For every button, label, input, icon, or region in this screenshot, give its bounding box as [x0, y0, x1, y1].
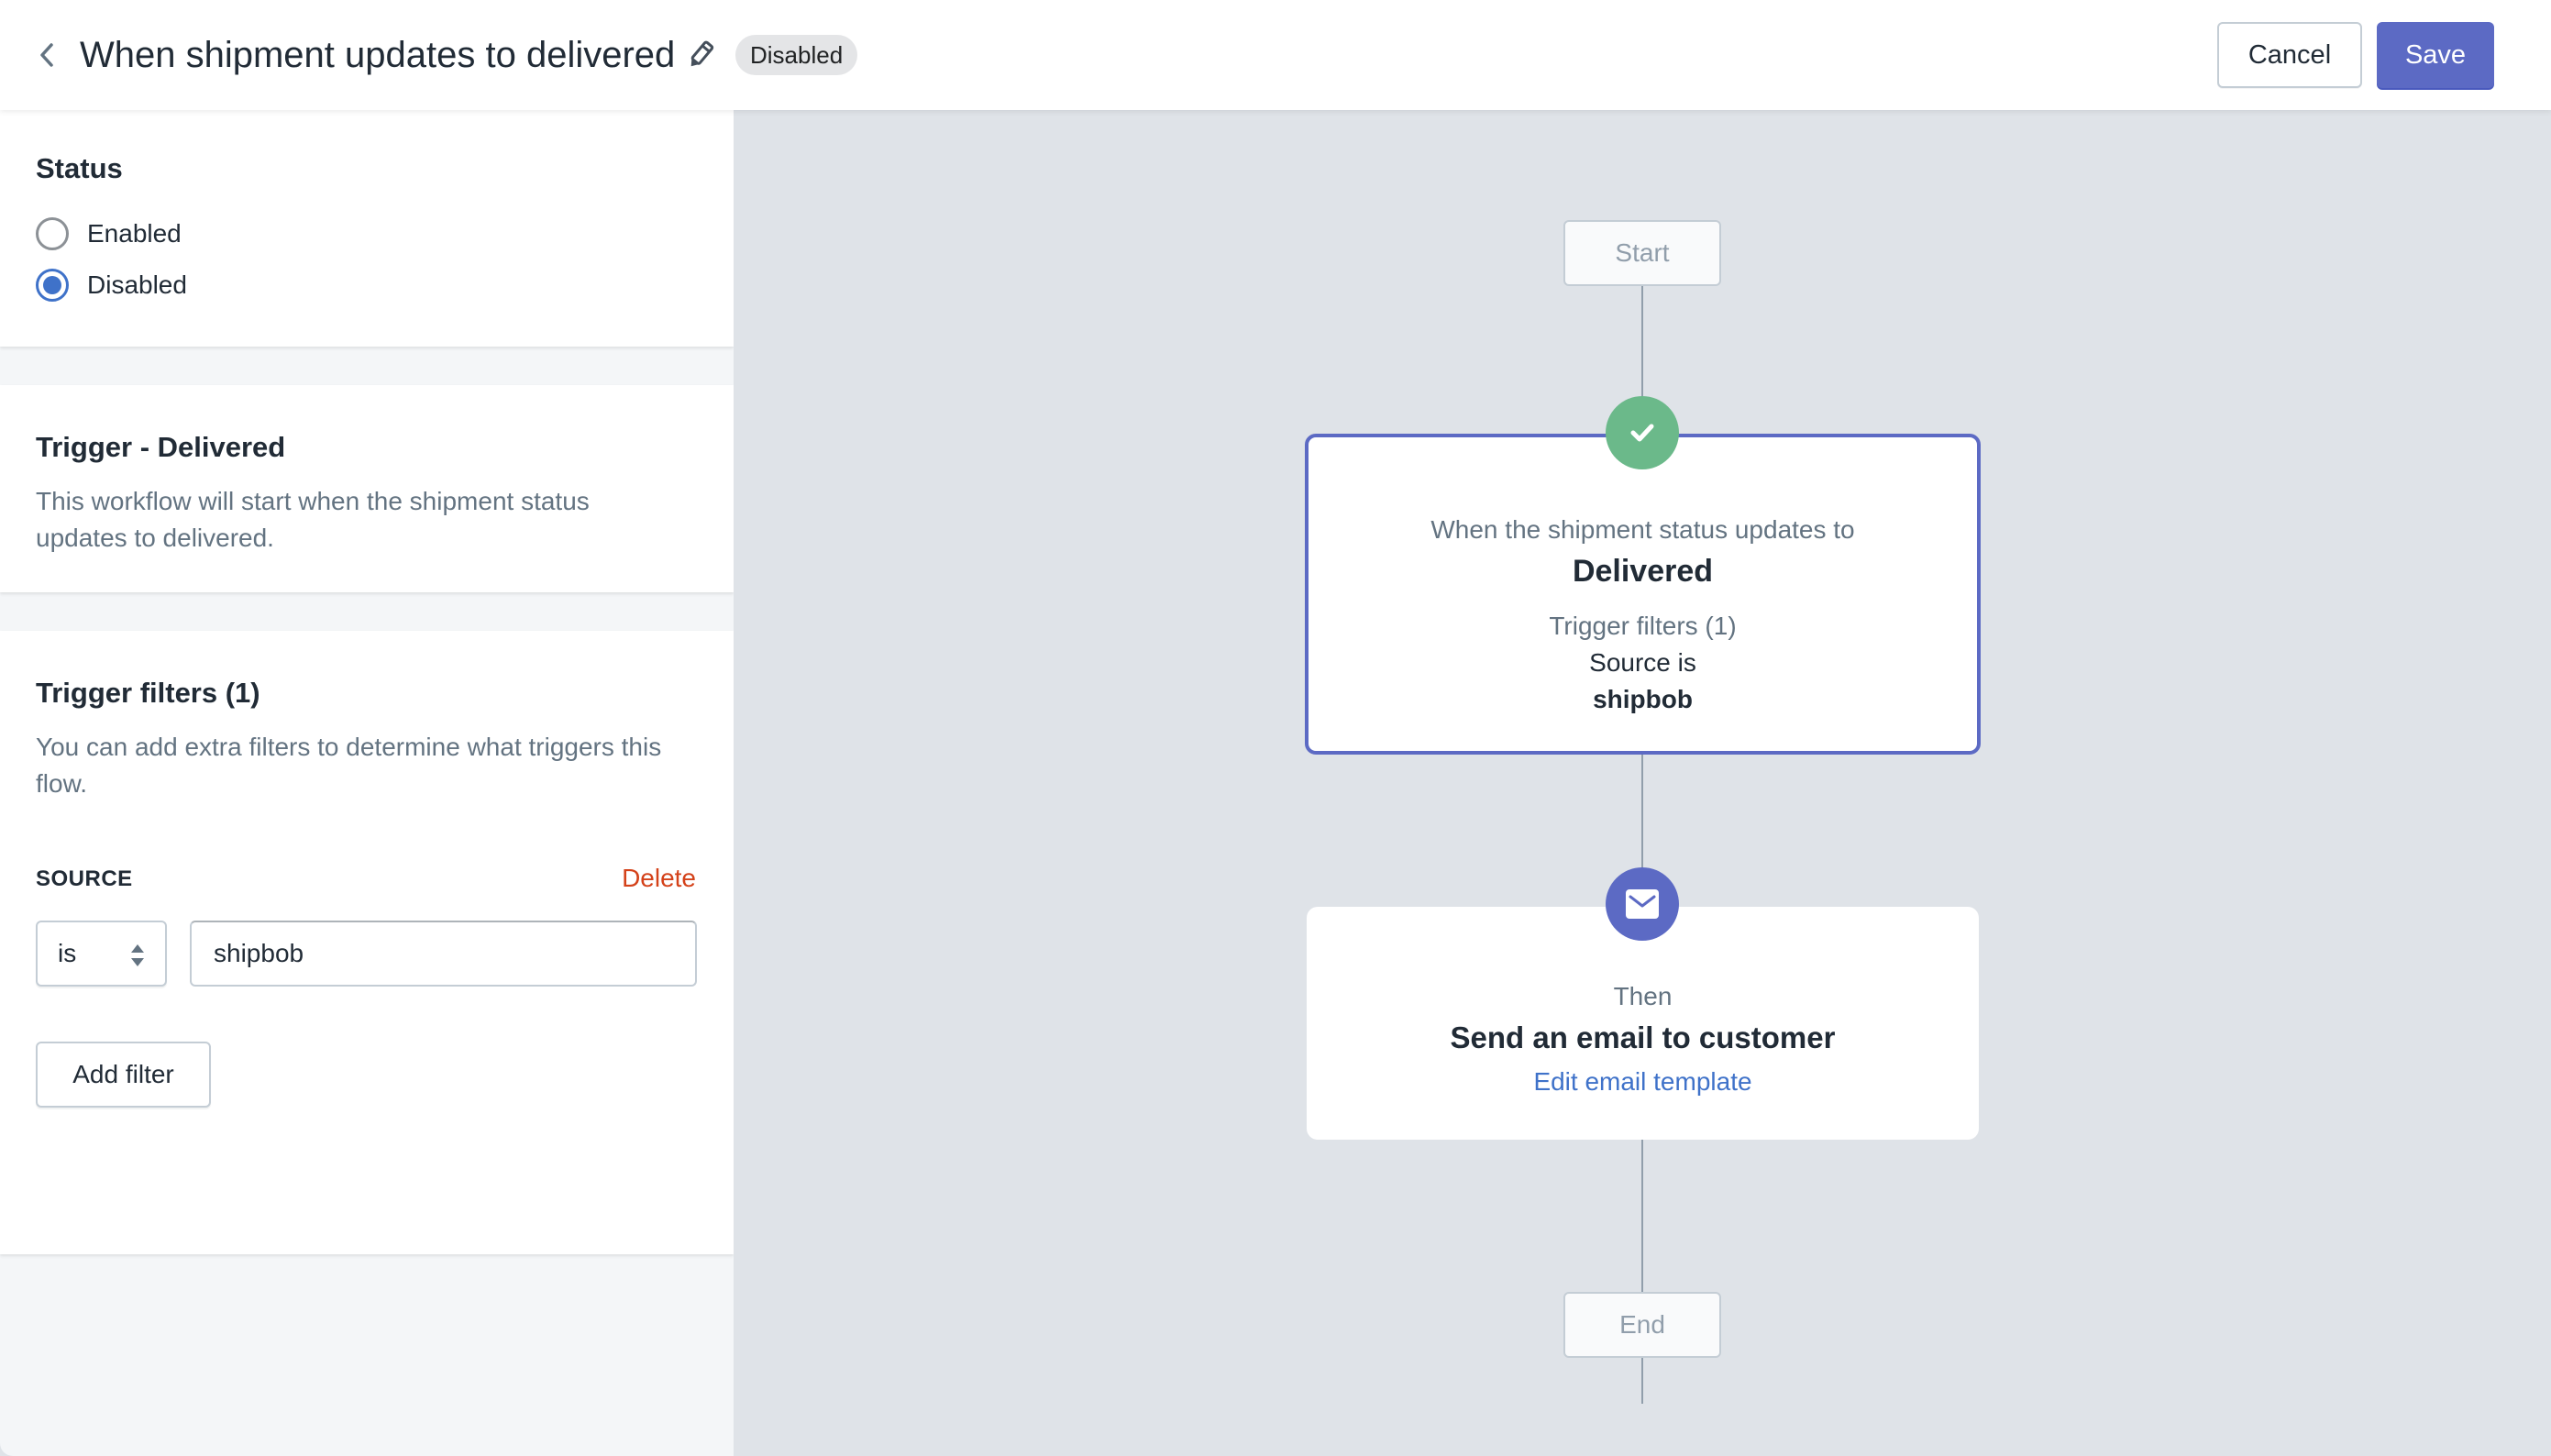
connector-trigger-action — [1641, 755, 1643, 876]
radio-disabled-label: Disabled — [87, 270, 187, 299]
trigger-node-filters-label: Trigger filters (1) — [1549, 612, 1737, 640]
connector-start-trigger — [1641, 286, 1643, 407]
trigger-title: Trigger - Delivered — [36, 431, 286, 463]
trigger-node-status: Delivered — [1572, 554, 1714, 589]
back-button[interactable] — [33, 39, 61, 72]
filters-description: You can add extra filters to determine w… — [36, 733, 662, 798]
trigger-description: This workflow will start when the shipme… — [36, 487, 590, 552]
radio-enabled[interactable]: Enabled — [36, 217, 182, 250]
filter-value-input[interactable] — [190, 921, 697, 987]
trigger-node[interactable]: When the shipment status updates to Deli… — [1305, 434, 1981, 755]
operator-select[interactable]: is — [36, 921, 167, 987]
status-card: Status Enabled Disabled — [0, 110, 734, 347]
status-title: Status — [36, 152, 123, 184]
trigger-filters-card: Trigger filters (1) You can add extra fi… — [0, 631, 734, 1254]
filters-title: Trigger filters (1) — [36, 677, 260, 709]
trigger-node-intro: When the shipment status updates to — [1430, 515, 1855, 544]
trigger-status-badge — [1606, 396, 1679, 469]
edit-email-template-link[interactable]: Edit email template — [1533, 1067, 1751, 1096]
action-type-badge — [1606, 867, 1679, 941]
action-node[interactable]: Then Send an email to customer Edit emai… — [1307, 907, 1979, 1140]
end-node: End — [1563, 1292, 1721, 1358]
radio-enabled-label: Enabled — [87, 219, 182, 248]
add-filter-button[interactable]: Add filter — [36, 1042, 211, 1108]
radio-disabled[interactable]: Disabled — [36, 269, 187, 302]
page-title: When shipment updates to delivered — [80, 35, 676, 75]
settings-panel: Status Enabled Disabled Trigger - Delive… — [0, 110, 734, 1456]
workflow-canvas: Start When the shipment status updates t… — [734, 110, 2551, 1456]
radio-disabled-circle[interactable] — [36, 269, 69, 302]
action-node-title: Send an email to customer — [1450, 1020, 1836, 1054]
trigger-node-filter-text: Source is — [1589, 648, 1696, 677]
action-node-intro: Then — [1613, 982, 1673, 1010]
filter-field-label: SOURCE — [36, 866, 133, 891]
chevron-left-icon — [40, 43, 53, 67]
email-icon — [1626, 889, 1659, 919]
action-node-link-row: Edit email template — [1307, 1067, 1979, 1097]
top-bar: When shipment updates to delivered Disab… — [0, 0, 2551, 110]
pencil-icon — [690, 40, 714, 67]
edit-title-button[interactable] — [682, 37, 719, 73]
cancel-button[interactable]: Cancel — [2217, 22, 2362, 88]
status-badge: Disabled — [735, 35, 858, 75]
connector-action-end — [1641, 1140, 1643, 1404]
delete-filter-link[interactable]: Delete — [622, 864, 696, 893]
radio-enabled-circle[interactable] — [36, 217, 69, 250]
operator-value: is — [58, 939, 77, 967]
save-button[interactable]: Save — [2377, 22, 2494, 88]
trigger-node-filter-value: shipbob — [1593, 685, 1693, 713]
checkmark-icon — [1630, 424, 1654, 442]
select-arrows-icon — [131, 944, 144, 966]
trigger-card: Trigger - Delivered This workflow will s… — [0, 385, 734, 592]
start-node: Start — [1563, 220, 1721, 286]
